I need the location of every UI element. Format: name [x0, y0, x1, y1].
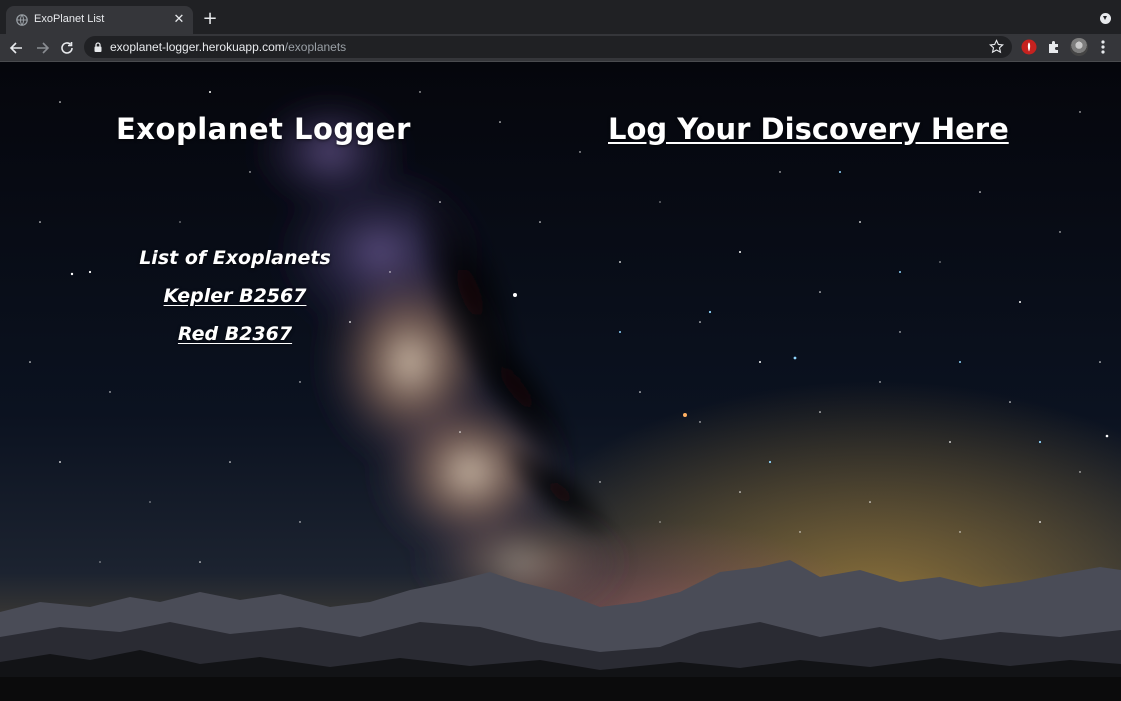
browser-tab[interactable]: ExoPlanet List ✕ — [6, 6, 193, 34]
exoplanet-link-kepler-b2567[interactable]: Kepler B2567 — [164, 285, 307, 307]
lock-icon — [94, 42, 102, 52]
url-host: exoplanet-logger.herokuapp.com — [110, 40, 285, 54]
tab-title: ExoPlanet List — [34, 13, 105, 25]
exoplanet-link-red-b2367[interactable]: Red B2367 — [178, 323, 292, 345]
exoplanet-list-section: List of Exoplanets Kepler B2567 Red B236… — [120, 247, 350, 361]
log-discovery-link[interactable]: Log Your Discovery Here — [608, 112, 1009, 146]
reload-icon[interactable] — [57, 38, 77, 58]
close-tab-icon[interactable]: ✕ — [171, 12, 187, 28]
bookmark-star-icon[interactable] — [989, 39, 1004, 54]
forward-icon[interactable] — [32, 38, 52, 58]
site-title: Exoplanet Logger — [116, 112, 411, 146]
back-icon[interactable] — [7, 38, 27, 58]
tab-search-icon[interactable] — [1100, 13, 1111, 24]
new-tab-button[interactable]: + — [201, 10, 219, 28]
browser-chrome: ExoPlanet List ✕ + exoplanet-logger.hero… — [0, 0, 1121, 62]
menu-kebab-icon[interactable] — [1096, 38, 1110, 56]
address-bar[interactable]: exoplanet-logger.herokuapp.com/exoplanet… — [84, 36, 1012, 58]
url-path: /exoplanets — [284, 40, 347, 54]
list-heading: List of Exoplanets — [139, 247, 331, 269]
globe-icon — [16, 14, 28, 26]
browser-toolbar: exoplanet-logger.herokuapp.com/exoplanet… — [0, 34, 1121, 62]
profile-avatar[interactable] — [1070, 38, 1088, 56]
page-viewport: Exoplanet Logger Log Your Discovery Here… — [0, 62, 1121, 701]
extension-shield-icon[interactable] — [1020, 38, 1038, 56]
tab-strip: ExoPlanet List ✕ + — [0, 0, 1121, 34]
list-item: Red B2367 — [120, 323, 350, 345]
extensions-puzzle-icon[interactable] — [1045, 38, 1063, 56]
night-sky-background — [0, 62, 1121, 701]
list-item: Kepler B2567 — [120, 285, 350, 307]
url-text: exoplanet-logger.herokuapp.com/exoplanet… — [110, 40, 346, 54]
exoplanet-list: Kepler B2567 Red B2367 — [120, 285, 350, 345]
